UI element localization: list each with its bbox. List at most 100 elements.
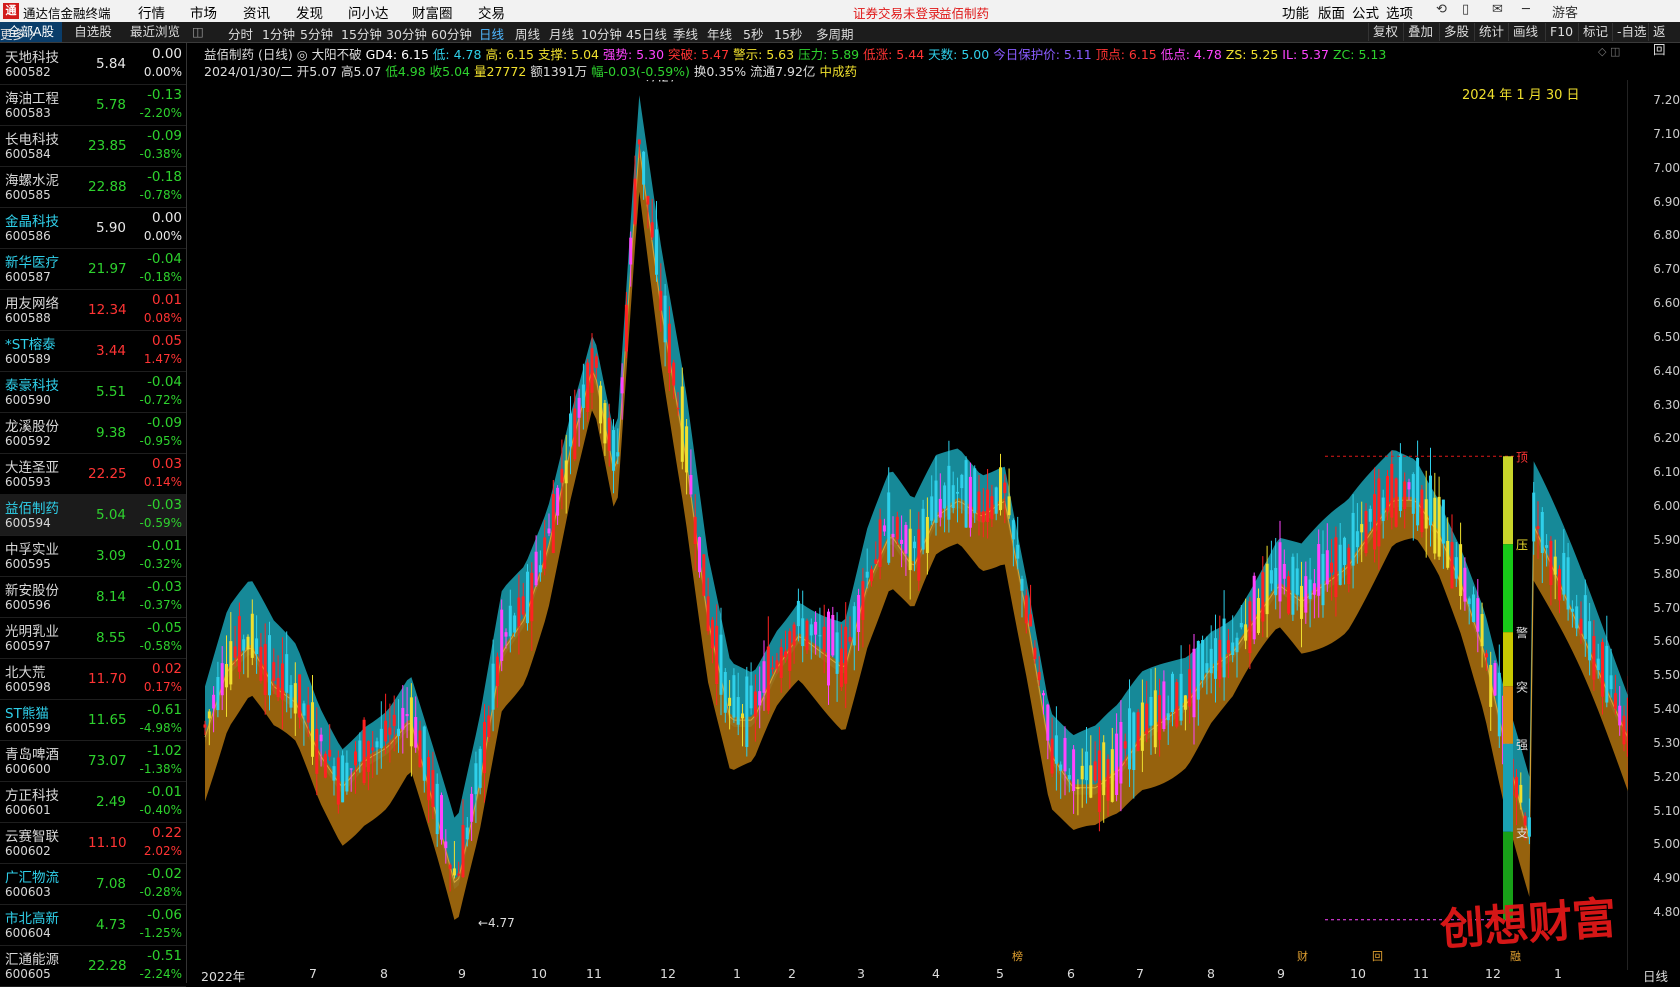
stock-row[interactable]: 云赛智联 600602 11.10 0.22 2.02% xyxy=(0,822,186,864)
tool-button-8[interactable]: 返回 xyxy=(1648,23,1680,57)
stock-row[interactable]: 天地科技 600582 5.84 0.00 0.00% xyxy=(0,43,186,85)
menu-item-0[interactable]: 行情 xyxy=(138,2,165,22)
tool-button-7[interactable]: -自选 xyxy=(1612,23,1651,41)
candle-body xyxy=(956,491,959,494)
stock-row[interactable]: 泰豪科技 600590 5.51 -0.04 -0.72% xyxy=(0,371,186,413)
period-tab-7[interactable]: 周线 xyxy=(515,24,540,43)
period-tab-2[interactable]: 5分钟 xyxy=(300,24,333,43)
stock-row[interactable]: 青岛啤酒 600600 73.07 -1.02 -1.38% xyxy=(0,740,186,782)
stock-row[interactable]: 方正科技 600601 2.49 -0.01 -0.40% xyxy=(0,781,186,823)
menu-item-5[interactable]: 财富圈 xyxy=(412,2,453,22)
expand-icon[interactable]: ◇ ◫ xyxy=(1598,45,1620,58)
stock-row[interactable]: 汇通能源 600605 22.28 -0.51 -2.24% xyxy=(0,945,186,987)
period-tab-5[interactable]: 60分钟 xyxy=(431,24,472,43)
list-tab-2[interactable]: 最近浏览 xyxy=(124,22,186,42)
list-tab-1[interactable]: 自选股 xyxy=(62,22,124,42)
period-tab-0[interactable]: 分时 xyxy=(228,24,253,43)
right-menu-2[interactable]: 公式 xyxy=(1352,2,1379,22)
tool-button-6[interactable]: 标记 xyxy=(1578,23,1612,41)
period-tab-11[interactable]: 季线 xyxy=(673,24,698,43)
candle-body xyxy=(788,631,792,671)
tool-button-5[interactable]: F10 xyxy=(1545,23,1577,41)
phone-icon[interactable]: ▯ xyxy=(1462,2,1469,17)
stock-row[interactable]: 光明乳业 600597 8.55 -0.05 -0.58% xyxy=(0,617,186,659)
candle-body xyxy=(233,646,237,658)
candle-body xyxy=(354,751,357,766)
right-menu-1[interactable]: 版面 xyxy=(1318,2,1345,22)
stock-row[interactable]: 广汇物流 600603 7.08 -0.02 -0.28% xyxy=(0,863,186,905)
candle-body xyxy=(796,600,800,627)
stock-row[interactable]: ST熊猫 600599 11.65 -0.61 -4.98% xyxy=(0,699,186,741)
menu-item-1[interactable]: 市场 xyxy=(190,2,217,22)
stock-row[interactable]: 中孚实业 600595 3.09 -0.01 -0.32% xyxy=(0,535,186,577)
period-tab-14[interactable]: 15秒 xyxy=(774,24,802,43)
stock-row[interactable]: 海油工程 600583 5.78 -0.13 -2.20% xyxy=(0,84,186,126)
period-tab-15[interactable]: 多周期 xyxy=(816,24,854,43)
stock-name: 中孚实业 xyxy=(5,542,59,558)
stock-row[interactable]: 龙溪股份 600592 9.38 -0.09 -0.95% xyxy=(0,412,186,454)
candle-body xyxy=(478,748,482,788)
candle-body xyxy=(362,719,366,784)
tool-button-3[interactable]: 统计 xyxy=(1474,23,1508,41)
candle-body xyxy=(1244,624,1248,641)
stock-row[interactable]: 新华医疗 600587 21.97 -0.04 -0.18% xyxy=(0,248,186,290)
candle-body xyxy=(792,624,796,646)
tool-button-1[interactable]: 叠加 xyxy=(1403,23,1437,41)
candle-body xyxy=(1579,618,1583,634)
period-tab-10[interactable]: 45日线 xyxy=(626,24,667,43)
stock-row[interactable]: 金晶科技 600586 5.90 0.00 0.00% xyxy=(0,207,186,249)
menu-item-6[interactable]: 交易 xyxy=(478,2,505,22)
stock-name: 龙溪股份 xyxy=(5,419,59,435)
stock-name: 益佰制药 xyxy=(5,501,59,517)
stock-row[interactable]: 海螺水泥 600585 22.88 -0.18 -0.78% xyxy=(0,166,186,208)
candle-body xyxy=(917,529,921,581)
period-tab-9[interactable]: 10分钟 xyxy=(581,24,622,43)
candle-body xyxy=(207,711,211,719)
period-tab-6[interactable]: 日线 xyxy=(479,24,504,43)
stock-name: 青岛啤酒 xyxy=(5,747,59,763)
candle-body xyxy=(556,487,560,516)
stock-row[interactable]: 新安股份 600596 8.14 -0.03 -0.37% xyxy=(0,576,186,618)
period-tab-4[interactable]: 30分钟 xyxy=(386,24,427,43)
stock-row[interactable]: 长电科技 600584 23.85 -0.09 -0.38% xyxy=(0,125,186,167)
candle-body xyxy=(1523,815,1527,826)
stock-row[interactable]: *ST榕泰 600589 3.44 0.05 1.47% xyxy=(0,330,186,372)
candle-body xyxy=(633,178,637,225)
minimize-button[interactable]: ─ xyxy=(1522,2,1530,17)
panel-toggle-icon[interactable]: ◫ xyxy=(192,24,204,39)
menu-item-2[interactable]: 资讯 xyxy=(243,2,270,22)
period-tab-1[interactable]: 1分钟 xyxy=(262,24,295,43)
login-warning[interactable]: 证券交易未登录 xyxy=(853,3,941,22)
period-tab-3[interactable]: 15分钟 xyxy=(341,24,382,43)
stock-price: 5.84 xyxy=(95,56,126,72)
stock-row[interactable]: 市北高新 600604 4.73 -0.06 -1.25% xyxy=(0,904,186,946)
stock-row[interactable]: 大连圣亚 600593 22.25 0.03 0.14% xyxy=(0,453,186,495)
stock-row[interactable]: 益佰制药 600594 5.04 -0.03 -0.59% xyxy=(0,494,186,536)
info-item: 低点: 4.78 xyxy=(1160,47,1222,62)
stock-row[interactable]: 北大荒 600598 11.70 0.02 0.17% xyxy=(0,658,186,700)
menu-item-3[interactable]: 发现 xyxy=(296,2,323,22)
price-axis: 7.20 7.10 7.00 6.90 6.80 6.70 6.60 6.50 6.40 6.30… xyxy=(1630,80,1680,960)
candle-body xyxy=(229,641,233,685)
period-tab-8[interactable]: 月线 xyxy=(549,24,574,43)
period-tab-12[interactable]: 年线 xyxy=(707,24,732,43)
stock-price: 5.78 xyxy=(95,97,126,113)
user-label[interactable]: 游客 xyxy=(1552,2,1578,21)
menu-item-4[interactable]: 问小达 xyxy=(348,2,389,22)
candle-body xyxy=(444,841,448,849)
candle-body xyxy=(603,403,607,444)
period-tab-13[interactable]: 5秒 xyxy=(743,24,763,43)
right-menu-3[interactable]: 选项 xyxy=(1386,2,1413,22)
period-tab-16[interactable]: 更多 〉 xyxy=(0,24,41,43)
right-menu-0[interactable]: 功能 xyxy=(1282,2,1309,22)
tool-button-0[interactable]: 复权 xyxy=(1368,23,1402,41)
candlestick-chart[interactable]: ↖7.27←4.77顶压警突强支榜财回融 xyxy=(200,80,1628,980)
candle-body xyxy=(938,498,942,518)
tool-button-4[interactable]: 画线 xyxy=(1508,23,1542,41)
candle-body xyxy=(1334,537,1338,598)
stock-row[interactable]: 用友网络 600588 12.34 0.01 0.08% xyxy=(0,289,186,331)
mail-icon[interactable]: ✉ xyxy=(1492,2,1503,17)
refresh-icon[interactable]: ⟲ xyxy=(1436,2,1447,17)
tool-button-2[interactable]: 多股 xyxy=(1439,23,1473,41)
candle-body xyxy=(1321,553,1325,606)
